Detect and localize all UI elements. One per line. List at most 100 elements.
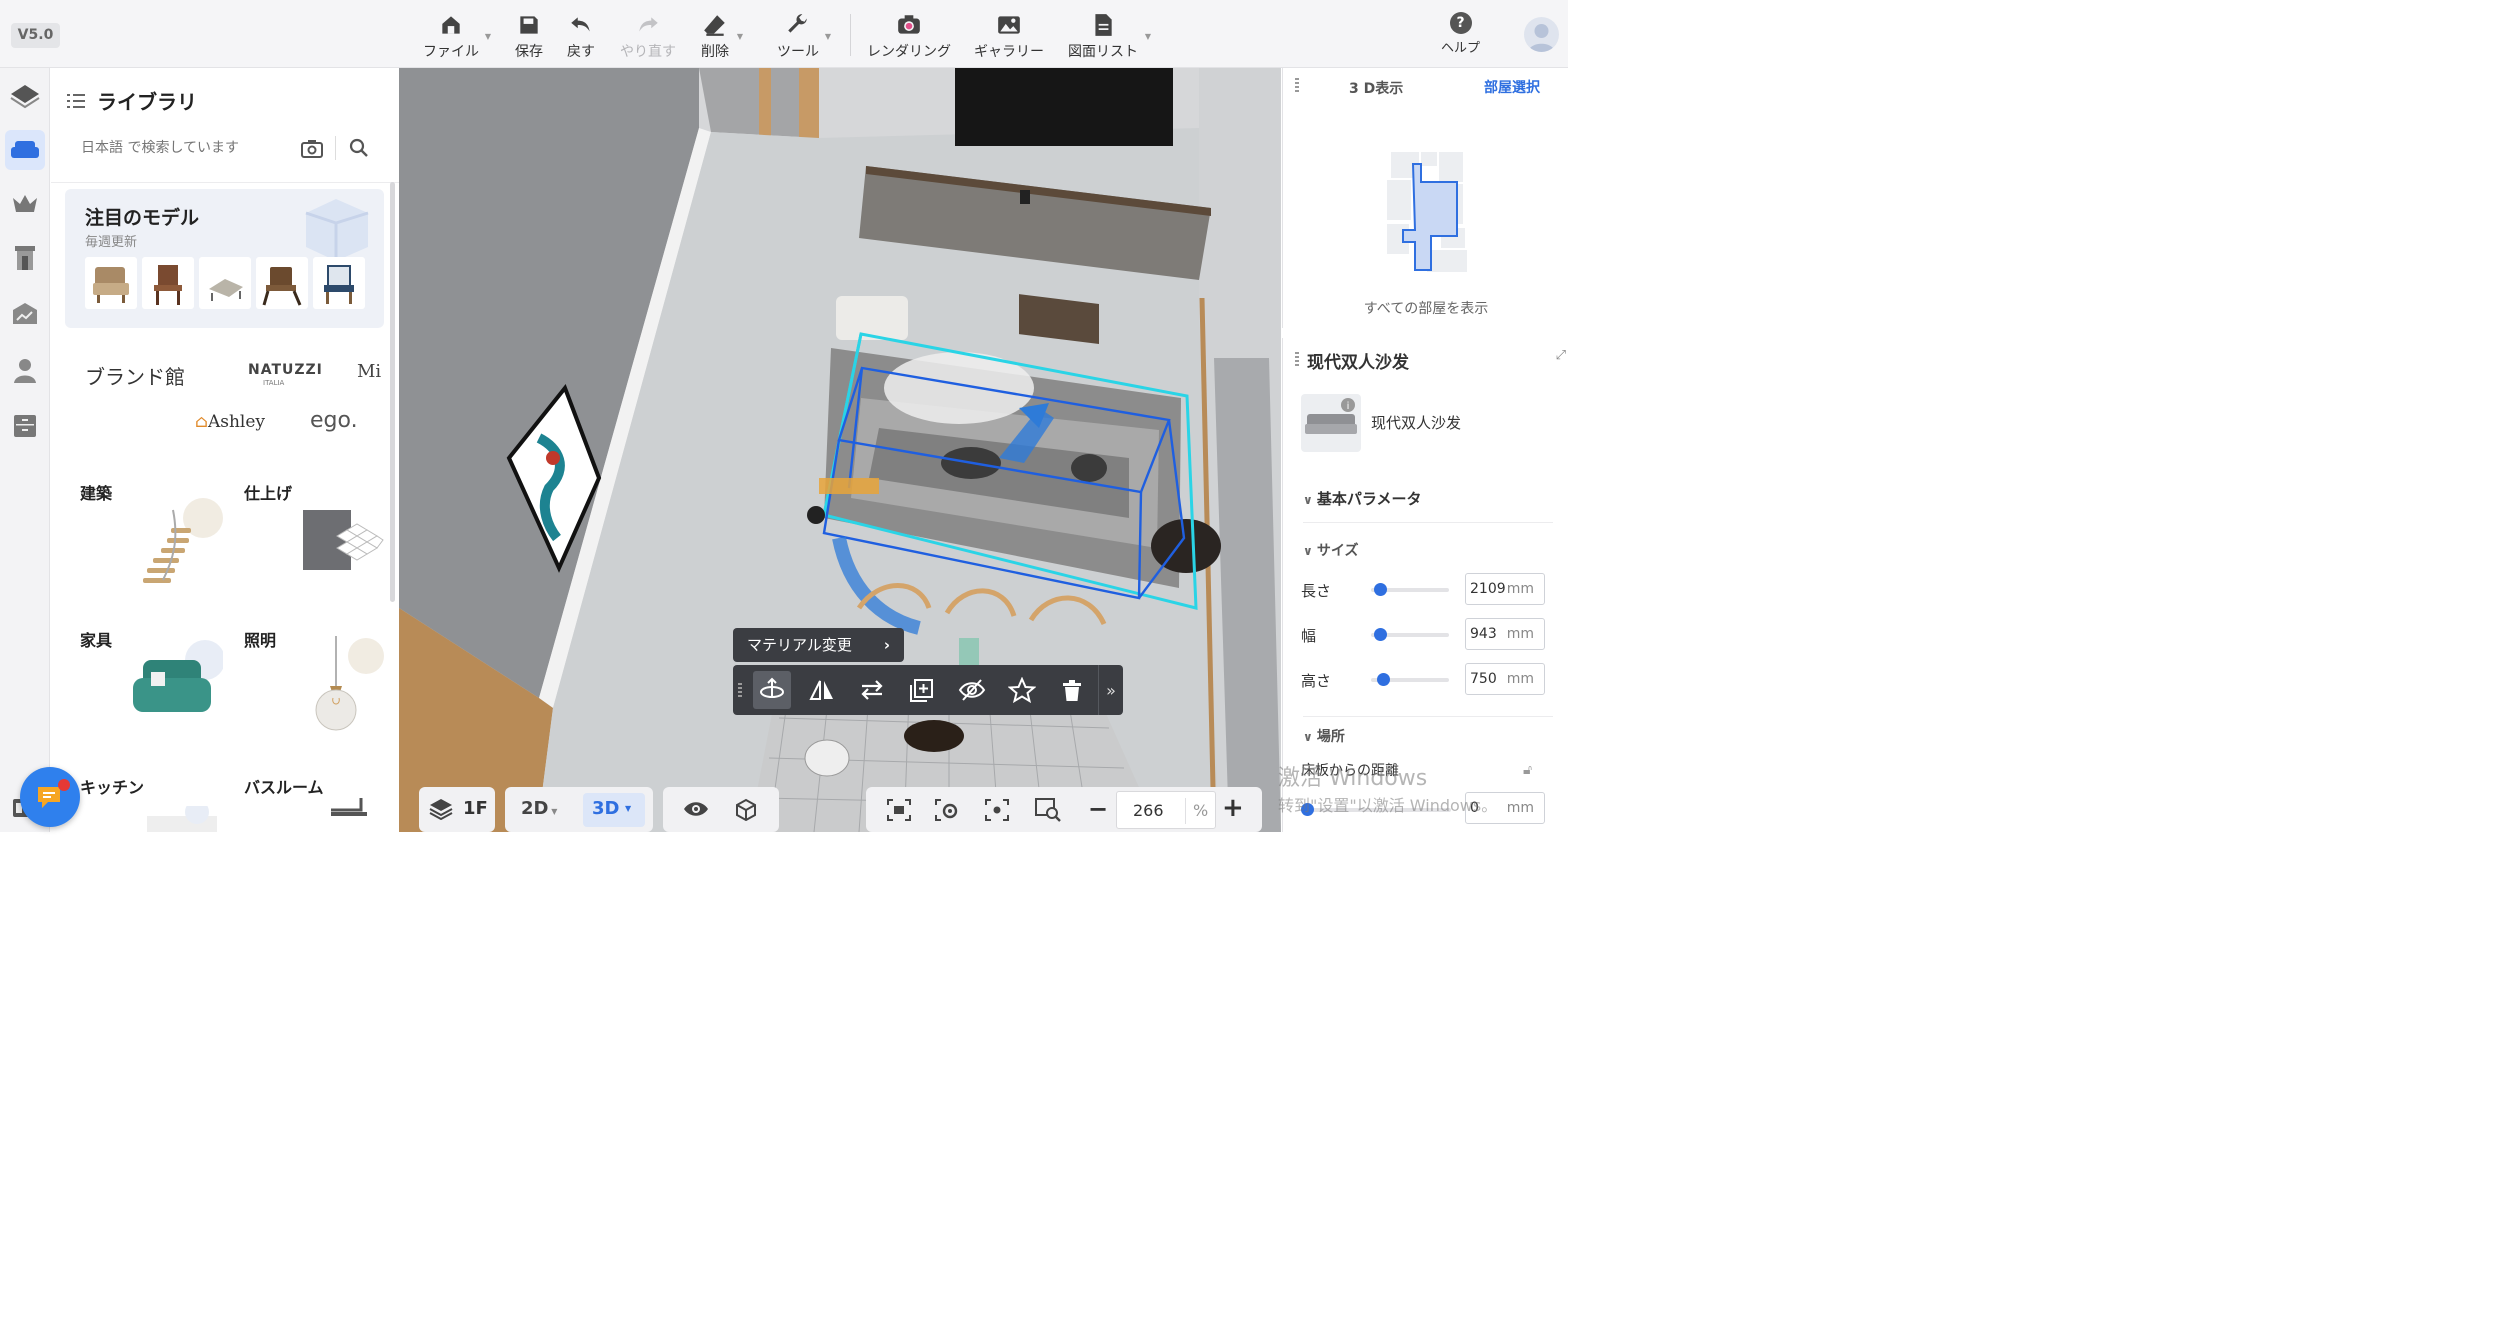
fit-view-icon[interactable] — [886, 798, 912, 822]
featured-models-card[interactable]: 注目のモデル 毎週更新 — [65, 189, 384, 328]
basic-params-section[interactable]: ∨ 基本パラメータ — [1303, 488, 1421, 509]
size-section[interactable]: ∨ サイズ — [1303, 540, 1359, 560]
mode-2d-button[interactable]: 2D ▼ — [521, 798, 557, 819]
rotate-tool-button[interactable] — [753, 671, 791, 709]
object-thumbnail[interactable]: i — [1301, 394, 1361, 452]
featured-chair-thumbnail[interactable] — [142, 257, 194, 309]
zoom-in-button[interactable]: + — [1222, 793, 1244, 823]
rail-cabinet-button[interactable] — [5, 406, 45, 446]
focus-selection-icon[interactable] — [984, 798, 1010, 822]
height-slider-knob[interactable] — [1376, 673, 1390, 686]
pendant-lamp-icon[interactable] — [306, 636, 386, 736]
drag-handle-icon[interactable] — [1295, 78, 1299, 94]
green-armchair-icon[interactable] — [131, 638, 223, 722]
list-icon[interactable] — [67, 93, 85, 109]
camera-settings-icon[interactable] — [934, 798, 960, 822]
featured-chair-thumbnail[interactable] — [313, 257, 365, 309]
file-menu-button[interactable]: ファイル ▼ — [423, 10, 491, 60]
brand-mi[interactable]: Mi — [357, 361, 381, 382]
rail-door-button[interactable] — [5, 238, 45, 278]
mirror-tool-button[interactable] — [803, 671, 841, 709]
favorite-tool-button[interactable] — [1003, 671, 1041, 709]
redo-button[interactable]: やり直す — [620, 10, 676, 60]
lock-icon[interactable]: 🔓︎ — [1523, 762, 1532, 778]
rail-structure-button[interactable] — [5, 294, 45, 334]
room-select-link[interactable]: 部屋選択 — [1484, 77, 1540, 97]
floor-distance-unit: mm — [1506, 800, 1534, 816]
gallery-button[interactable]: ギャラリー — [974, 10, 1044, 60]
featured-chair-thumbnail[interactable] — [199, 257, 251, 309]
category-lighting[interactable]: 照明 — [244, 627, 276, 651]
length-value: 2109 — [1470, 581, 1506, 597]
length-slider-knob[interactable] — [1374, 583, 1388, 596]
featured-chair-thumbnail[interactable] — [85, 257, 137, 309]
camera-search-icon[interactable] — [301, 138, 323, 158]
delete-menu-button[interactable]: 削除 ▼ — [699, 10, 743, 60]
hide-tool-button[interactable] — [953, 671, 991, 709]
more-tools-button[interactable]: » — [1100, 671, 1122, 709]
place-section[interactable]: ∨ 場所 — [1303, 726, 1345, 746]
undo-button[interactable]: 戻す — [565, 10, 597, 60]
category-furniture[interactable]: 家具 — [80, 627, 112, 651]
duplicate-tool-button[interactable] — [903, 671, 941, 709]
library-search-input[interactable] — [65, 128, 305, 168]
eye-icon[interactable] — [683, 799, 709, 819]
delete-tool-button[interactable] — [1053, 671, 1091, 709]
help-button[interactable]: ? ヘルプ — [1441, 12, 1480, 56]
floor-distance-input[interactable]: 0 mm — [1465, 792, 1545, 824]
mode-3d-button[interactable]: 3D ▼ — [583, 793, 645, 827]
featured-chair-thumbnail[interactable] — [256, 257, 308, 309]
zoom-area-icon[interactable] — [1034, 797, 1062, 823]
length-input[interactable]: 2109 mm — [1465, 573, 1545, 605]
floor-distance-knob[interactable] — [1301, 803, 1314, 816]
brand-ego[interactable]: ego. — [310, 408, 358, 433]
category-kitchen[interactable]: キッチン — [80, 774, 144, 798]
category-architecture[interactable]: 建築 — [80, 480, 112, 504]
height-slider[interactable] — [1371, 673, 1449, 686]
drag-handle-icon[interactable] — [738, 683, 742, 697]
zoom-out-button[interactable]: − — [1088, 795, 1108, 823]
floor-selector[interactable]: 1F — [419, 787, 495, 832]
height-input[interactable]: 750 mm — [1465, 663, 1545, 695]
floorplan-minimap[interactable] — [1383, 150, 1473, 276]
3d-viewport[interactable] — [399, 68, 1281, 832]
spiral-stairs-icon[interactable] — [133, 490, 223, 590]
tools-menu-button[interactable]: ツール ▼ — [777, 10, 831, 60]
rail-featured-button[interactable] — [5, 184, 45, 224]
3d-scene[interactable] — [399, 68, 1281, 832]
show-all-rooms-button[interactable]: すべての部屋を表示 — [1283, 298, 1569, 318]
brand-natuzzi[interactable]: NATUZZI — [248, 362, 323, 378]
width-slider-knob[interactable] — [1374, 628, 1388, 641]
brand-ashley[interactable]: ⌂Ashley — [195, 412, 265, 432]
user-avatar[interactable] — [1524, 17, 1559, 52]
box-view-icon[interactable] — [733, 797, 759, 821]
kitchen-preview-icon — [147, 806, 217, 832]
length-slider[interactable] — [1371, 583, 1449, 596]
chevron-down-icon: ∨ — [1303, 493, 1317, 507]
shower-icon[interactable] — [291, 798, 381, 832]
floor-distance-label: 床板からの距離 — [1301, 763, 1399, 779]
category-bathroom[interactable]: バスルーム — [244, 774, 324, 798]
rail-floor-plan-button[interactable] — [5, 76, 45, 116]
drag-handle-icon[interactable] — [1295, 352, 1299, 368]
material-change-button[interactable]: マテリアル変更 › — [733, 628, 904, 662]
library-scrollbar[interactable] — [390, 182, 395, 602]
floor-distance-slider[interactable] — [1301, 803, 1451, 816]
zoom-input[interactable]: 266 % — [1116, 791, 1216, 829]
rail-furniture-button[interactable] — [5, 130, 45, 170]
length-unit: mm — [1506, 581, 1534, 597]
camera-render-icon — [898, 15, 920, 34]
width-input[interactable]: 943 mm — [1465, 618, 1545, 650]
drawing-list-button[interactable]: 図面リスト ▼ — [1067, 10, 1151, 60]
category-finishes[interactable]: 仕上げ — [244, 480, 292, 504]
save-button[interactable]: 保存 — [513, 10, 545, 60]
search-icon[interactable] — [349, 138, 369, 158]
expand-icon[interactable]: ⤢ — [1556, 348, 1566, 363]
rendering-button[interactable]: レンダリング — [867, 10, 951, 60]
search-divider — [335, 136, 336, 160]
rail-user-button[interactable] — [5, 350, 45, 390]
swap-tool-button[interactable] — [853, 671, 891, 709]
tile-finish-icon[interactable] — [303, 504, 385, 586]
chat-support-button[interactable] — [20, 767, 80, 827]
width-slider[interactable] — [1371, 628, 1449, 641]
